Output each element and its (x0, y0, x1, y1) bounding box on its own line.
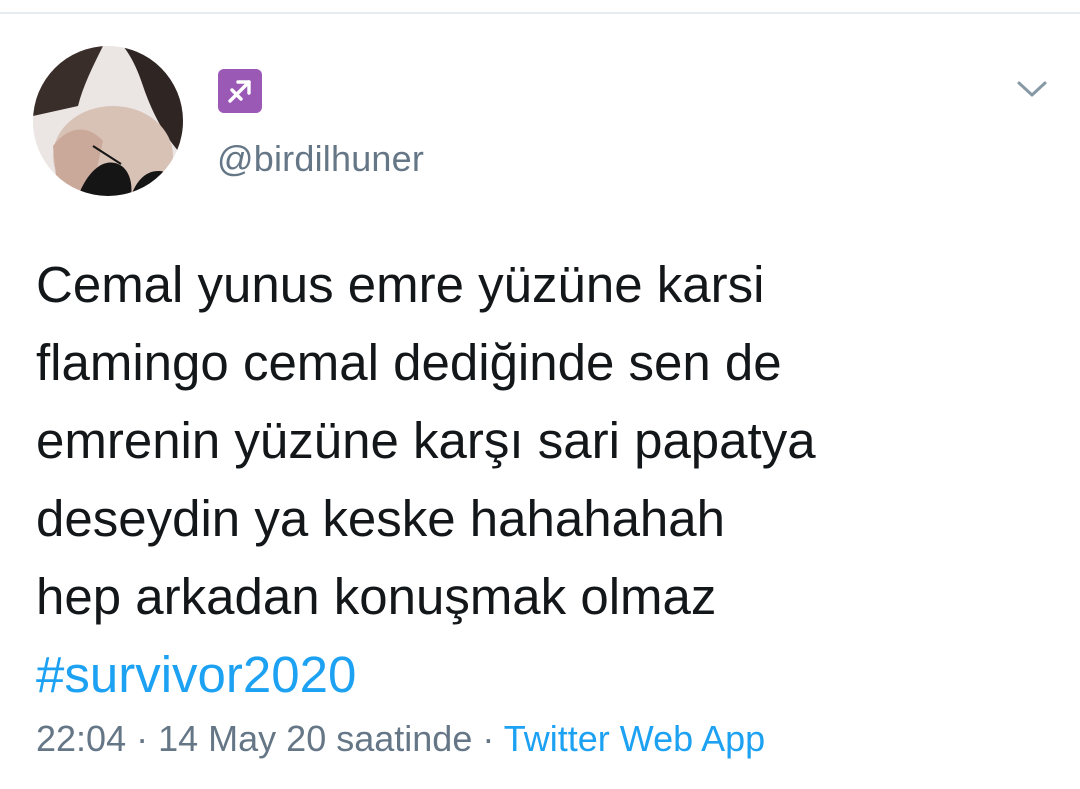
hashtag-link[interactable]: #survivor2020 (36, 636, 1046, 714)
avatar-photo (33, 46, 183, 196)
tweet-meta: 22:04 · 14 May 20 saatinde · Twitter Web… (36, 718, 765, 760)
tweet-text-line: flamingo cemal dediğinde sen de (36, 334, 782, 391)
tweet-text: Cemal yunus emre yüzüne karsi flamingo c… (36, 246, 1046, 714)
tweet-text-line: emrenin yüzüne karşı sari papatya (36, 412, 816, 469)
tweet-text-line: Cemal yunus emre yüzüne karsi (36, 256, 765, 313)
chevron-down-icon[interactable] (1014, 76, 1050, 102)
tweet-text-line: hep arkadan konuşmak olmaz (36, 568, 717, 625)
display-name[interactable] (218, 68, 262, 114)
top-divider (0, 12, 1080, 14)
sagittarius-icon (218, 69, 262, 113)
source-link[interactable]: Twitter Web App (504, 718, 765, 759)
meta-separator: · (482, 718, 495, 759)
tweet-time[interactable]: 22:04 (36, 718, 126, 759)
meta-separator: · (136, 718, 149, 759)
avatar[interactable] (33, 46, 183, 196)
user-handle[interactable]: @birdilhuner (217, 138, 424, 180)
tweet-date[interactable]: 14 May 20 saatinde (158, 718, 472, 759)
tweet-text-line: deseydin ya keske hahahahah (36, 490, 726, 547)
